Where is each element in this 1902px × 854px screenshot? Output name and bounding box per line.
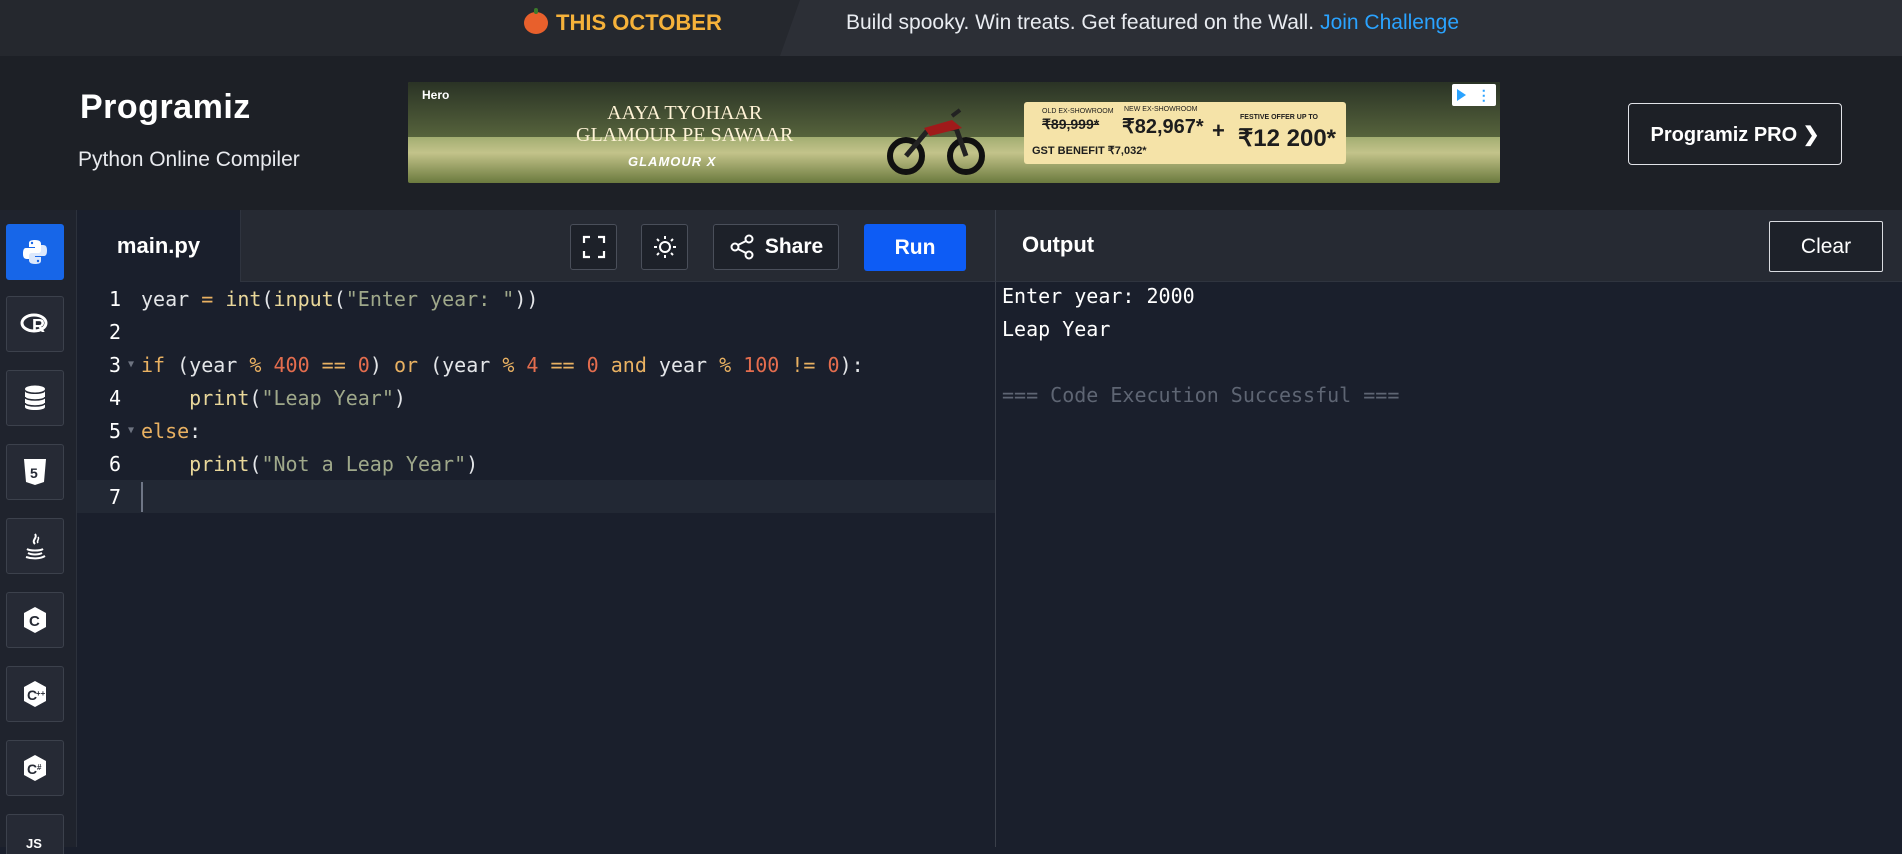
output-title: Output xyxy=(1022,232,1095,257)
ad-new-label: NEW EX-SHOWROOM xyxy=(1124,106,1198,113)
svg-text:++: ++ xyxy=(36,689,46,698)
ad-new-price: ₹82,967* xyxy=(1122,116,1204,138)
svg-text:R: R xyxy=(32,316,45,336)
ad-festive-label: FESTIVE OFFER UP TO xyxy=(1240,114,1318,121)
code-editor[interactable]: 1 year = int(input("Enter year: ")) 2 3 … xyxy=(77,282,995,847)
motorcycle-icon xyxy=(887,108,985,175)
ad-model: GLAMOUR X xyxy=(628,154,717,169)
cpp-icon: C ++ xyxy=(24,681,46,707)
ad-gst: GST BENEFIT ₹7,032* xyxy=(1032,145,1147,157)
svg-text:C: C xyxy=(27,761,37,777)
lang-js[interactable]: JS xyxy=(6,814,64,854)
promo-tag-text: THIS OCTOBER xyxy=(556,10,722,35)
fullscreen-button[interactable] xyxy=(570,224,617,270)
ad-choices-badge[interactable]: ⋮ xyxy=(1452,84,1496,106)
code-text xyxy=(141,481,143,512)
code-text: if (year % 400 == 0) or (year % 4 == 0 a… xyxy=(141,352,864,377)
line-number: 5 xyxy=(108,418,121,443)
code-text: print("Not a Leap Year") xyxy=(189,451,479,476)
python-icon xyxy=(23,240,47,264)
code-line: 4 print("Leap Year") xyxy=(77,381,995,414)
language-sidebar: R 5 C C ++ C # JS xyxy=(0,210,77,854)
html5-icon: 5 xyxy=(24,459,46,485)
sql-icon xyxy=(24,385,46,410)
output-console[interactable]: Enter year: 2000 Leap Year === Code Exec… xyxy=(995,282,1902,847)
page-subtitle: Python Online Compiler xyxy=(78,148,300,171)
fold-arrow-icon[interactable]: ▼ xyxy=(121,359,141,370)
output-line: Leap Year xyxy=(1002,317,1111,341)
ad-title: AAYA TYOHAAR GLAMOUR PE SAWAAR xyxy=(576,102,793,146)
programiz-pro-button[interactable]: Programiz PRO ❯ xyxy=(1628,103,1842,165)
fullscreen-icon xyxy=(582,235,605,259)
adchoices-icon xyxy=(1457,89,1467,101)
ad-plus: + xyxy=(1212,118,1225,143)
share-label: Share xyxy=(764,235,824,258)
editor-toolbar: main.py Share Run xyxy=(77,210,995,282)
code-line: 2 xyxy=(77,315,995,348)
lang-csharp[interactable]: C # xyxy=(6,740,64,796)
join-challenge-link[interactable]: Join Challenge xyxy=(1320,11,1459,34)
ad-title-line2: GLAMOUR PE SAWAAR xyxy=(576,124,794,146)
r-icon: R xyxy=(20,313,48,336)
csharp-icon: C # xyxy=(24,755,46,781)
sun-icon xyxy=(653,236,676,258)
svg-text:C: C xyxy=(29,613,40,630)
ad-brand: Hero xyxy=(422,88,450,102)
ad-old-label: OLD EX-SHOWROOM xyxy=(1042,108,1114,115)
lang-cpp[interactable]: C ++ xyxy=(6,666,64,722)
theme-toggle-button[interactable] xyxy=(641,224,688,270)
line-number: 6 xyxy=(108,451,121,476)
ad-title-line1: AAYA TYOHAAR xyxy=(607,102,763,124)
code-text: else: xyxy=(141,418,202,443)
fold-arrow-icon[interactable]: ▼ xyxy=(121,425,141,436)
text-cursor xyxy=(141,481,143,512)
code-line: 1 year = int(input("Enter year: ")) xyxy=(77,282,995,315)
clear-button[interactable]: Clear xyxy=(1769,221,1883,272)
line-number: 2 xyxy=(108,319,121,344)
code-line: 6 print("Not a Leap Year") xyxy=(77,447,995,480)
code-line: 5 ▼ else: xyxy=(77,414,995,447)
promo-message: Build spooky. Win treats. Get featured o… xyxy=(846,11,1315,34)
code-line: 3 ▼ if (year % 400 == 0) or (year % 4 ==… xyxy=(77,348,995,381)
lang-sql[interactable] xyxy=(6,370,64,426)
lang-html[interactable]: 5 xyxy=(6,444,64,500)
svg-text:#: # xyxy=(37,763,42,772)
output-line: Enter year: 2000 xyxy=(1002,284,1195,308)
svg-text:5: 5 xyxy=(30,465,38,481)
run-button[interactable]: Run xyxy=(864,224,966,271)
promo-banner: THIS OCTOBER Build spooky. Win treats. G… xyxy=(0,0,1902,56)
line-number: 4 xyxy=(108,385,121,410)
execution-status: === Code Execution Successful === xyxy=(1002,383,1400,407)
more-options-icon: ⋮ xyxy=(1476,86,1491,103)
code-line-current: 7 xyxy=(77,480,995,513)
line-number: 3 xyxy=(108,352,121,377)
line-number: 7 xyxy=(108,484,121,509)
programiz-logo[interactable]: Programiz xyxy=(80,88,251,127)
c-icon: C xyxy=(24,607,46,633)
line-number: 1 xyxy=(108,286,121,311)
share-icon xyxy=(730,234,754,260)
share-button[interactable]: Share xyxy=(713,224,839,270)
ad-price-box: OLD EX-SHOWROOM ₹89,999* NEW EX-SHOWROOM… xyxy=(1024,102,1346,164)
svg-text:JS: JS xyxy=(26,836,42,850)
advertisement-banner[interactable]: Hero AAYA TYOHAAR GLAMOUR PE SAWAAR GLAM… xyxy=(408,82,1500,183)
java-icon xyxy=(25,533,46,560)
lang-python[interactable] xyxy=(6,224,64,280)
lang-r[interactable]: R xyxy=(6,296,64,352)
promo-text: Build spooky. Win treats. Get featured o… xyxy=(846,11,1459,35)
promo-tag: THIS OCTOBER xyxy=(524,8,722,36)
code-text: year = int(input("Enter year: ")) xyxy=(141,286,539,311)
lang-c[interactable]: C xyxy=(6,592,64,648)
output-header: Output Clear xyxy=(995,210,1902,282)
file-tab-main-py[interactable]: main.py xyxy=(77,210,241,282)
pumpkin-icon xyxy=(524,8,548,34)
code-text: print("Leap Year") xyxy=(189,385,406,410)
ad-old-price: ₹89,999* xyxy=(1042,116,1100,132)
site-header: Programiz Python Online Compiler Hero AA… xyxy=(0,56,1902,210)
ad-festive-price: ₹12 200* xyxy=(1238,125,1337,152)
js-icon: JS xyxy=(26,836,42,850)
lang-java[interactable] xyxy=(6,518,64,574)
